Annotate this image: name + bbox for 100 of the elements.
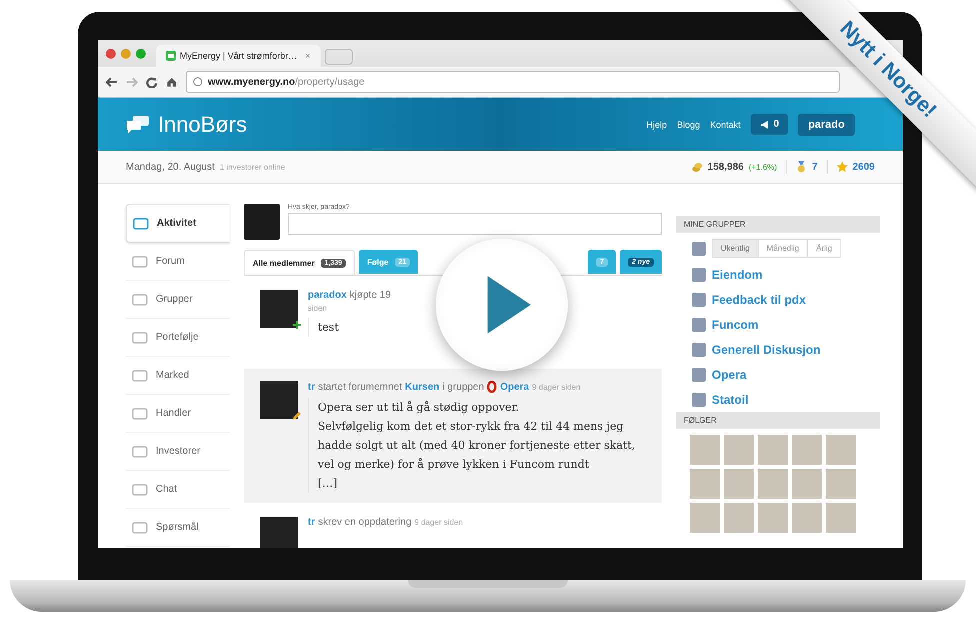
period-tab[interactable]: Månedlig [758,240,808,257]
header-link[interactable]: Hjelp [646,120,668,130]
megaphone-icon [760,120,770,130]
action-text: startet forumemnet [318,382,402,392]
window-close-button[interactable] [106,48,116,58]
post-text: Opera ser ut til å gå stødig oppover. Selvfølgelig kom det et stor-rykk fra 42 til 44 mens jeg hadde solgt ut alt (med 40 kroner fortjeneste etter skatt, vel og merke) for å prøve lykken i Funcom rundt […] [308,398,648,493]
close-tab-button[interactable]: × [305,51,311,61]
header-link[interactable]: Kontakt [710,120,741,130]
sidebar-item[interactable]: Handler [126,395,230,433]
user-menu-button[interactable]: parado [798,114,855,136]
panel-heading: MINE GRUPPER [676,216,880,233]
online-count: 1 investorer online [220,162,286,172]
avatar-image[interactable] [724,435,754,465]
avatar-image [244,204,280,240]
sidebar-item[interactable]: Portefølje [126,319,230,357]
sidebar-item[interactable]: Aktivitet [126,204,230,243]
sidebar-item[interactable]: Marked [126,357,230,395]
period-tab[interactable]: Årlig [807,240,840,257]
avatar-image[interactable] [690,435,720,465]
avatar-image[interactable] [792,435,822,465]
medal-count: 7 [812,162,818,172]
forward-icon[interactable] [126,76,138,88]
group-thumbnail [692,242,706,256]
star-icon [836,161,848,173]
portfolio-value: 158,986 [708,162,744,172]
avatar-image[interactable] [792,469,822,499]
site-logo[interactable]: InnoBørs [158,112,248,138]
medal-icon [796,161,808,173]
menu-item-icon [132,446,148,458]
post-time: siden [308,304,328,313]
star-count: 2609 [852,162,875,172]
speech-bubbles-icon [126,114,150,134]
menu-item-icon [132,408,148,420]
header-link[interactable]: Blogg [677,120,700,130]
avatar-image[interactable] [758,435,788,465]
post-time: 9 dager siden [532,382,581,392]
avatar-image[interactable] [724,503,754,533]
group-thumbnail [692,392,706,406]
user-link[interactable]: tr [308,517,316,528]
group-link[interactable]: Eiendom [712,268,763,282]
sidebar-item[interactable]: Investorer [126,433,230,471]
group-link[interactable]: Generell Diskusjon [712,342,821,356]
avatar-image[interactable] [690,503,720,533]
sidebar-item[interactable]: Chat [126,471,230,509]
group-thumbnail [692,368,706,382]
menu-item-icon [132,370,148,382]
action-text: i gruppen [442,382,484,392]
address-bar[interactable]: www.myenergy.no/property/usage [186,71,840,93]
group-link[interactable]: Feedback til pdx [712,292,806,306]
group-link[interactable]: Statoil [712,392,749,406]
avatar-image[interactable] [826,435,856,465]
globe-icon [193,77,203,87]
menu-item-icon [132,294,148,306]
coins-icon [692,161,703,173]
group-link[interactable]: Opera [500,382,530,392]
menu-item-icon [132,522,148,534]
menu-item-icon [132,484,148,496]
avatar-image[interactable] [792,503,822,533]
avatar-image[interactable] [724,469,754,499]
panel-heading: FØLGER [676,412,880,429]
notifications-button[interactable]: 0 [750,114,788,135]
value-change: (+1.6%) [748,162,778,172]
favicon-icon [166,51,176,61]
reload-icon[interactable] [146,76,158,88]
menu-item-icon [133,218,149,230]
avatar-image[interactable] [758,469,788,499]
tab-title: MyEnergy | Vårt strømforbr… [180,51,298,61]
group-thumbnail [692,342,706,356]
user-link[interactable]: paradox [308,290,347,301]
window-zoom-button[interactable] [136,48,146,58]
sidebar-item[interactable]: Spørsmål [126,509,230,547]
period-tab[interactable]: Ukentlig [713,240,758,257]
action-text: kjøpte 19 [350,290,392,301]
window-minimize-button[interactable] [121,48,131,58]
ring-icon [487,381,498,393]
back-icon[interactable] [106,76,118,88]
post-time: 9 dager siden [414,518,464,527]
avatar-image[interactable] [690,469,720,499]
action-text: skrev en oppdatering [318,517,412,528]
home-icon[interactable] [166,76,178,88]
new-tab-button[interactable] [324,49,353,65]
user-link[interactable]: tr [308,382,316,392]
sidebar-item[interactable]: Grupper [126,281,230,319]
avatar-image[interactable] [758,503,788,533]
avatar-image[interactable] [826,469,856,499]
current-date: Mandag, 20. August [126,162,215,172]
group-link[interactable]: Opera [712,368,747,382]
status-input[interactable] [288,213,662,235]
browser-tab[interactable]: MyEnergy | Vårt strømforbr… × [156,45,321,67]
topic-link[interactable]: Kursen [405,382,440,392]
group-thumbnail [692,292,706,306]
menu-item-icon [132,256,148,268]
pencil-icon [292,411,302,421]
avatar-image[interactable] [826,503,856,533]
plus-icon [292,320,302,330]
sidebar-item[interactable]: Forum [126,243,230,281]
group-link[interactable]: Funcom [712,318,759,332]
group-thumbnail [692,268,706,282]
menu-item-icon [132,332,148,344]
avatar-image [260,517,298,548]
